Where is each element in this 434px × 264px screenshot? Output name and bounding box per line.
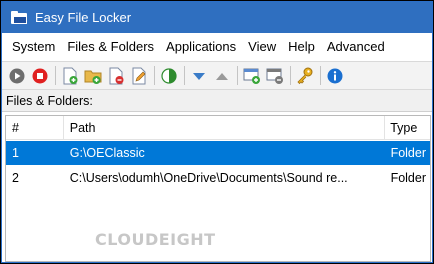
add-application-button[interactable]: [242, 66, 262, 86]
title-bar[interactable]: Easy File Locker: [2, 2, 432, 33]
list-header: # Path Type: [6, 116, 430, 140]
toolbar-separator: [184, 66, 185, 85]
password-button[interactable]: [295, 66, 315, 86]
stop-icon: [32, 68, 48, 83]
menu-bar: System Files & Folders Applications View…: [2, 33, 432, 61]
about-info-icon: [327, 68, 343, 83]
add-file-icon: [63, 67, 78, 84]
add-folder-icon: [84, 70, 102, 84]
remove-application-button[interactable]: [265, 66, 285, 86]
app-window: Easy File Locker System Files & Folders …: [1, 1, 433, 263]
column-header-number[interactable]: #: [6, 116, 64, 139]
toggle-icon: [161, 67, 177, 84]
row-type: Folder: [390, 171, 426, 185]
add-folder-button[interactable]: [83, 66, 103, 86]
toolbar-separator: [237, 66, 238, 85]
move-up-icon: [216, 72, 228, 80]
row-number: 2: [12, 171, 19, 185]
list-row[interactable]: 2 C:\Users\odumh\OneDrive\Documents\Soun…: [6, 166, 430, 190]
add-file-button[interactable]: [60, 66, 80, 86]
menu-system[interactable]: System: [6, 37, 61, 57]
stop-button[interactable]: [30, 66, 50, 86]
column-header-type[interactable]: Type: [385, 116, 430, 139]
remove-icon: [109, 67, 124, 84]
menu-applications[interactable]: Applications: [160, 37, 242, 57]
list-row[interactable]: 1 G:\OEClassic Folder: [6, 141, 430, 165]
section-label: Files & Folders:: [2, 90, 432, 112]
about-button[interactable]: [325, 66, 345, 86]
menu-view[interactable]: View: [242, 37, 282, 57]
edit-icon: [132, 67, 146, 84]
move-down-button[interactable]: [189, 66, 209, 86]
menu-help[interactable]: Help: [282, 37, 321, 57]
menu-files-folders[interactable]: Files & Folders: [61, 37, 160, 57]
toolbar-separator: [154, 66, 155, 85]
move-down-icon: [193, 72, 205, 80]
window-title: Easy File Locker: [35, 10, 132, 25]
row-path: C:\Users\odumh\OneDrive\Documents\Sound …: [69, 171, 348, 185]
move-up-button[interactable]: [212, 66, 232, 86]
add-application-icon: [243, 68, 260, 84]
start-button[interactable]: [7, 66, 27, 86]
remove-button[interactable]: [106, 66, 126, 86]
menu-advanced[interactable]: Advanced: [321, 37, 391, 57]
toggle-button[interactable]: [159, 66, 179, 86]
edit-button[interactable]: [129, 66, 149, 86]
password-key-icon: [297, 67, 313, 84]
watermark: CLOUDEIGHT: [95, 230, 216, 249]
row-type: Folder: [390, 146, 426, 160]
toolbar-separator: [320, 66, 321, 85]
files-folders-list[interactable]: # Path Type 1 G:\OEClassic Folder 2 C:\U…: [5, 115, 431, 262]
start-icon: [9, 68, 25, 83]
toolbar: [2, 61, 432, 90]
toolbar-separator: [55, 66, 56, 85]
folder-icon: [11, 11, 27, 24]
remove-application-icon: [266, 68, 283, 84]
column-header-path[interactable]: Path: [64, 116, 386, 139]
toolbar-separator: [290, 66, 291, 85]
row-number: 1: [12, 146, 19, 160]
row-path: G:\OEClassic: [69, 146, 145, 160]
